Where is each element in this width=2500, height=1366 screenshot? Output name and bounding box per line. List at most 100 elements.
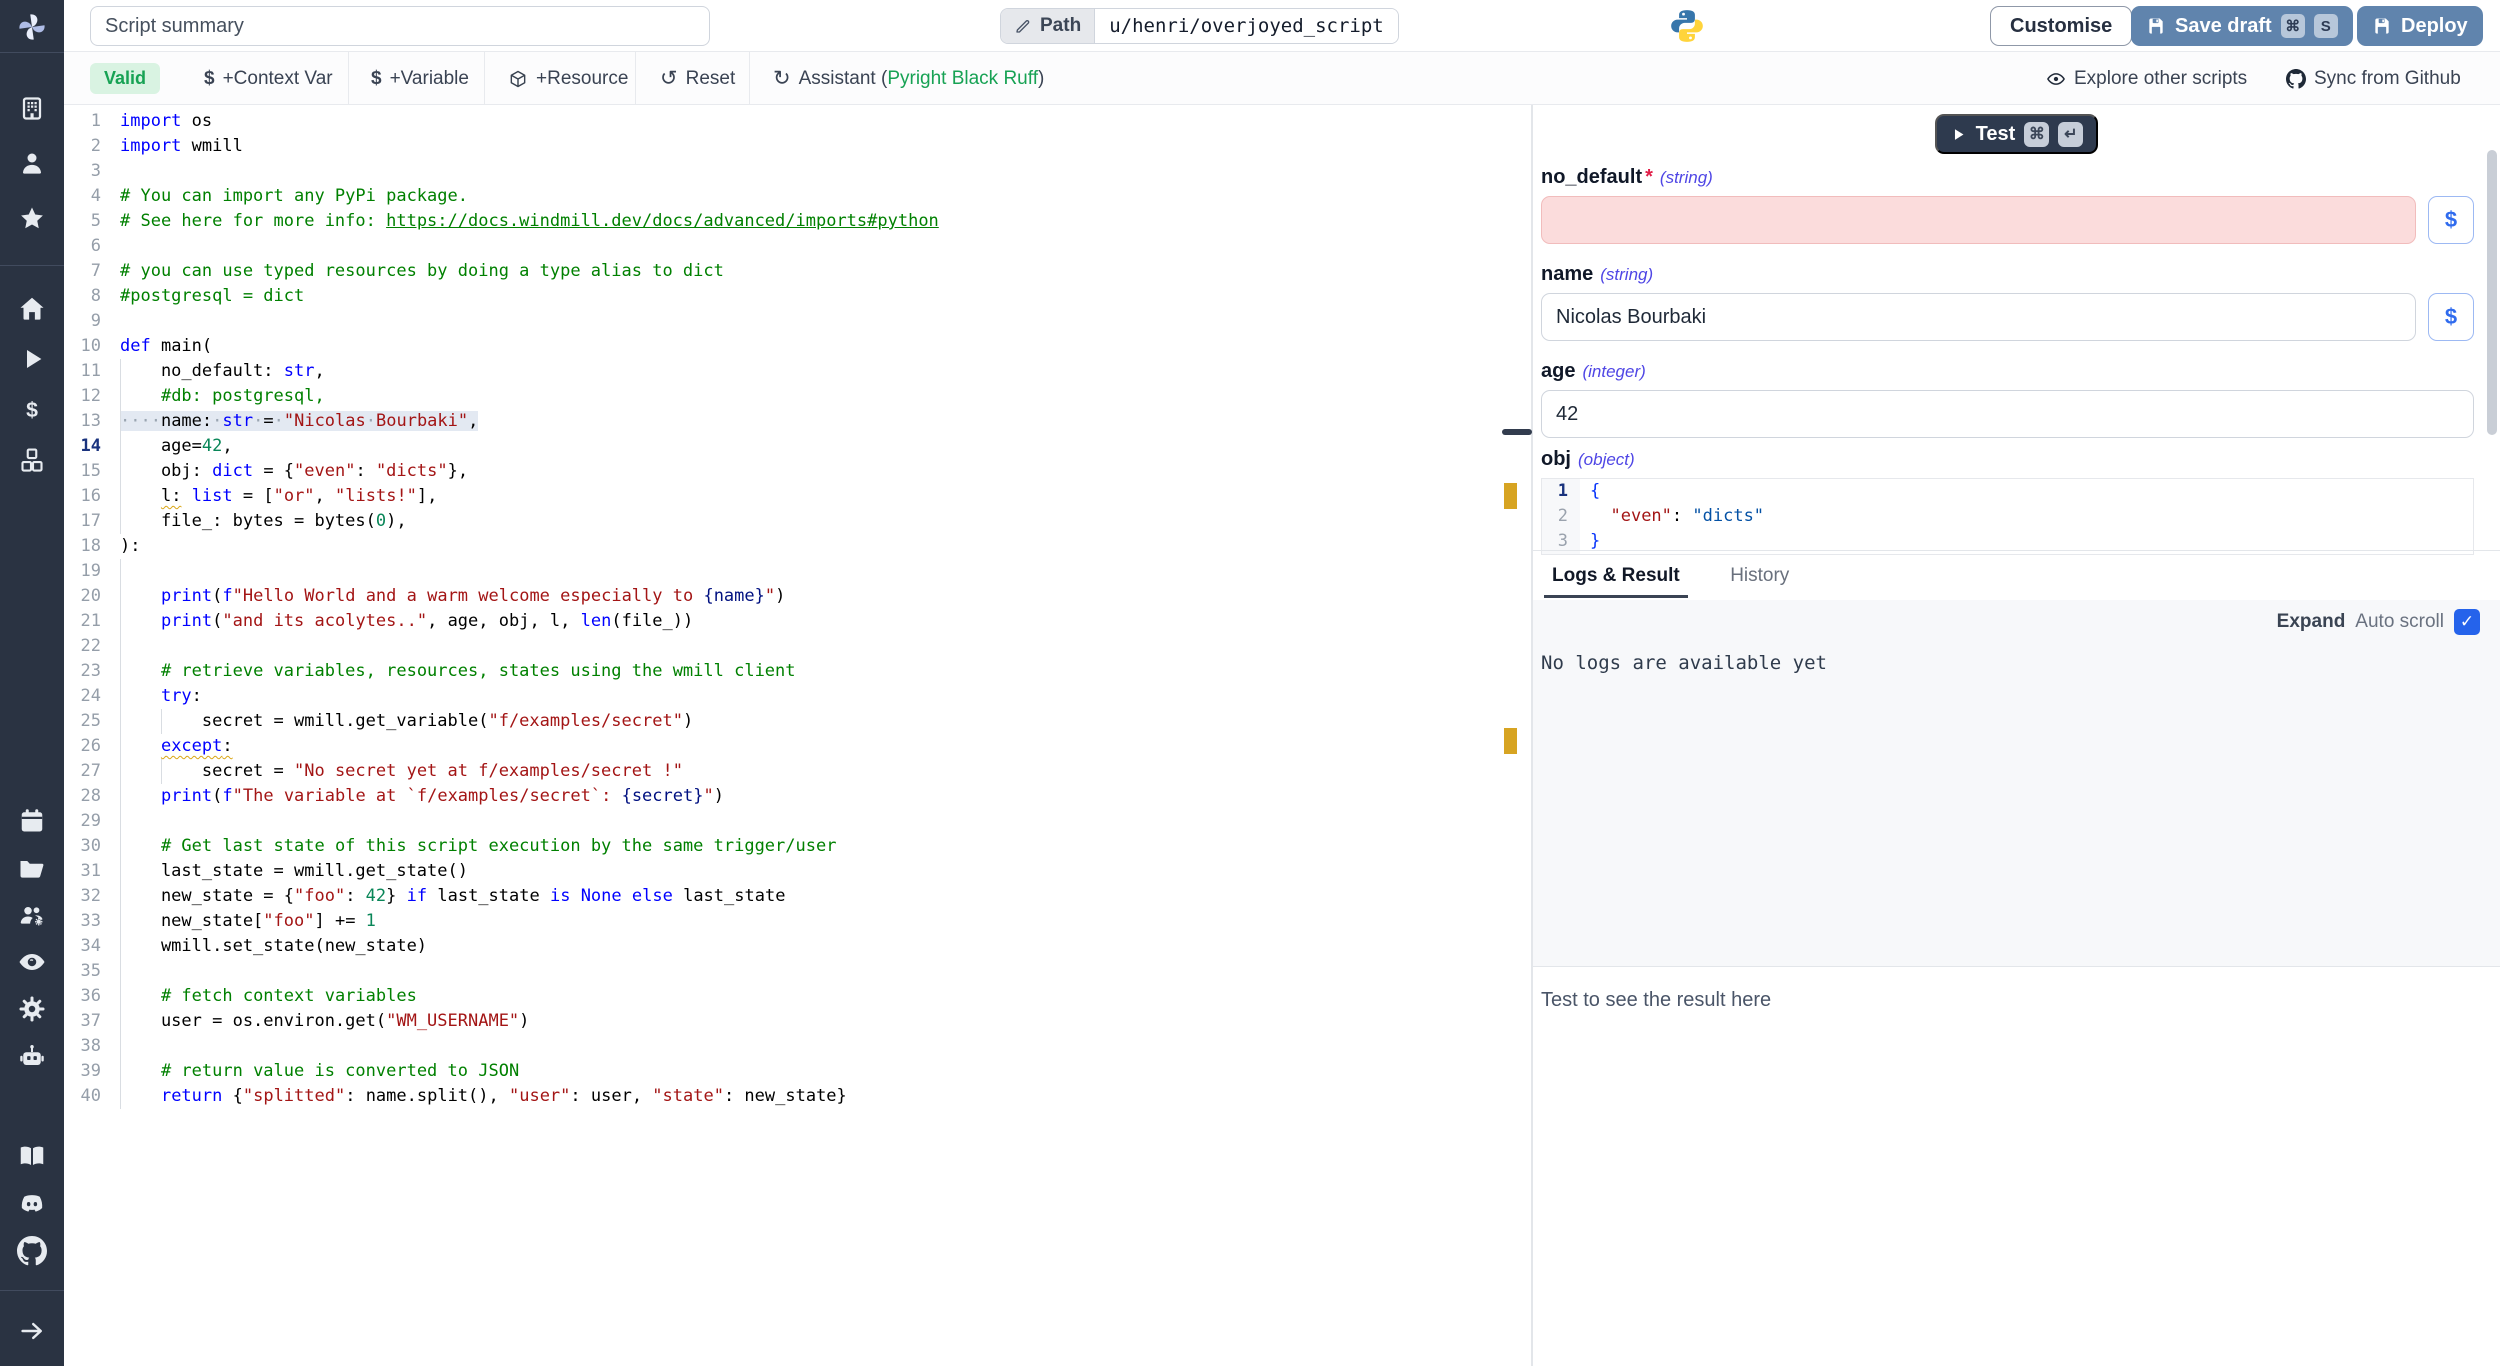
code-line[interactable]: 7# you can use typed resources by doing … [64, 259, 1502, 284]
code-line[interactable]: 17 file_: bytes = bytes(0), [64, 509, 1502, 534]
autoscroll-checkbox[interactable]: ✓ [2454, 609, 2480, 635]
code-line[interactable]: 8#postgresql = dict [64, 284, 1502, 309]
kbd-enter: ↵ [2058, 122, 2083, 147]
code-text: print(f"Hello World and a warm welcome e… [120, 584, 785, 609]
code-line[interactable]: 19 [64, 559, 1502, 584]
test-button[interactable]: Test ⌘ ↵ [1935, 114, 2099, 154]
code-line[interactable]: 38 [64, 1034, 1502, 1059]
code-line[interactable]: 23 # retrieve variables, resources, stat… [64, 659, 1502, 684]
indent-guide [120, 584, 121, 609]
sidebar-runs-icon[interactable] [15, 342, 49, 376]
path-edit-button[interactable]: Path [1001, 9, 1095, 43]
code-text: user = os.environ.get("WM_USERNAME") [120, 1009, 529, 1034]
code-line[interactable]: 26 except: [64, 734, 1502, 759]
code-line[interactable]: 37 user = os.environ.get("WM_USERNAME") [64, 1009, 1502, 1034]
assistant-linters[interactable]: Pyright Black Ruff [887, 68, 1038, 89]
code-line[interactable]: 9 [64, 309, 1502, 334]
panel-splitter[interactable] [1531, 105, 1533, 1366]
sidebar-github-icon[interactable] [15, 1234, 49, 1268]
deploy-button[interactable]: Deploy [2357, 6, 2483, 46]
code-line[interactable]: 12 #db: postgresql, [64, 384, 1502, 409]
sidebar-variables-icon[interactable]: $ [15, 393, 49, 427]
sidebar-groups-icon[interactable] [15, 898, 49, 932]
code-line[interactable]: 2import wmill [64, 134, 1502, 159]
code-line[interactable]: 39 # return value is converted to JSON [64, 1059, 1502, 1084]
sidebar-windmill-logo[interactable] [15, 10, 49, 44]
expand-button[interactable]: Expand [2277, 611, 2346, 633]
add-variable-button[interactable]: $ +Variable [371, 52, 469, 105]
insert-variable-button[interactable]: $ [2428, 293, 2474, 341]
reset-button[interactable]: ↺ Reset [660, 52, 735, 105]
no-default-input[interactable] [1541, 196, 2416, 244]
code-line[interactable]: 13····name:·str·=·"Nicolas·Bourbaki", [64, 409, 1502, 434]
insert-variable-button[interactable]: $ [2428, 196, 2474, 244]
sidebar-user-icon[interactable] [15, 146, 49, 180]
code-line[interactable]: 35 [64, 959, 1502, 984]
sidebar-docs-icon[interactable] [15, 1139, 49, 1173]
age-input[interactable] [1541, 390, 2474, 438]
sidebar-folders-icon[interactable] [15, 852, 49, 886]
path-value[interactable]: u/henri/overjoyed_script [1095, 9, 1398, 43]
tab-logs-result[interactable]: Logs & Result [1548, 551, 1684, 600]
script-summary-input[interactable] [90, 6, 710, 46]
code-line[interactable]: 6 [64, 234, 1502, 259]
code-line[interactable]: 5# See here for more info: https://docs.… [64, 209, 1502, 234]
code-line[interactable]: 28 print(f"The variable at `f/examples/s… [64, 784, 1502, 809]
dollar-icon: $ [204, 68, 215, 90]
code-line[interactable]: 30 # Get last state of this script execu… [64, 834, 1502, 859]
sidebar-resources-icon[interactable] [15, 443, 49, 477]
sidebar-audit-logs-icon[interactable] [15, 945, 49, 979]
code-line[interactable]: 14 age=42, [64, 434, 1502, 459]
sidebar-schedules-icon[interactable] [15, 804, 49, 838]
save-draft-button[interactable]: Save draft ⌘ S [2131, 6, 2353, 46]
indent-guide [120, 659, 121, 684]
splitter-drag-handle[interactable] [1502, 429, 1532, 435]
code-line[interactable]: 32 new_state = {"foo": 42} if last_state… [64, 884, 1502, 909]
panel-scrollbar[interactable] [2487, 150, 2497, 435]
code-line[interactable]: 25 secret = wmill.get_variable("f/exampl… [64, 709, 1502, 734]
code-line[interactable]: 15 obj: dict = {"even": "dicts"}, [64, 459, 1502, 484]
sidebar-home-icon[interactable] [15, 292, 49, 326]
sidebar-expand-arrow[interactable] [15, 1314, 49, 1348]
code-line[interactable]: 36 # fetch context variables [64, 984, 1502, 1009]
add-resource-button[interactable]: +Resource [508, 52, 628, 105]
path-control[interactable]: Path u/henri/overjoyed_script [1000, 8, 1399, 44]
obj-json-editor[interactable]: 1{2 "even": "dicts"3} [1541, 478, 2474, 555]
sync-from-github-button[interactable]: Sync from Github [2286, 52, 2461, 105]
sidebar-ai-assistant-icon[interactable] [15, 1040, 49, 1074]
explore-other-scripts-button[interactable]: Explore other scripts [2046, 52, 2247, 105]
code-editor[interactable]: 1import os2import wmill34# You can impor… [64, 105, 1502, 1366]
code-line[interactable]: 27 secret = "No secret yet at f/examples… [64, 759, 1502, 784]
sidebar-favorites-icon[interactable] [15, 202, 49, 236]
json-editor-line[interactable]: 2 "even": "dicts" [1542, 504, 2473, 529]
add-context-var-button[interactable]: $ +Context Var [204, 52, 333, 105]
code-line[interactable]: 29 [64, 809, 1502, 834]
code-line[interactable]: 33 new_state["foo"] += 1 [64, 909, 1502, 934]
code-line[interactable]: 40 return {"splitted": name.split(), "us… [64, 1084, 1502, 1109]
name-input[interactable] [1541, 293, 2416, 341]
code-line[interactable]: 10def main( [64, 334, 1502, 359]
code-line[interactable]: 20 print(f"Hello World and a warm welcom… [64, 584, 1502, 609]
json-code-text: { [1580, 479, 1600, 504]
code-line[interactable]: 3 [64, 159, 1502, 184]
indent-guide [120, 609, 121, 634]
code-line[interactable]: 16 l: list = ["or", "lists!"], [64, 484, 1502, 509]
code-line[interactable]: 18): [64, 534, 1502, 559]
code-line[interactable]: 1import os [64, 109, 1502, 134]
kbd-s: S [2314, 14, 2338, 38]
json-editor-line[interactable]: 1{ [1542, 479, 2473, 504]
sidebar-discord-icon[interactable] [15, 1187, 49, 1221]
code-line[interactable]: 24 try: [64, 684, 1502, 709]
code-line[interactable]: 34 wmill.set_state(new_state) [64, 934, 1502, 959]
sidebar-workspace-icon[interactable] [15, 91, 49, 125]
customise-button[interactable]: Customise [1990, 6, 2132, 46]
assistant-button[interactable]: ↻ Assistant (Pyright Black Ruff) [773, 52, 1044, 105]
code-line[interactable]: 4# You can import any PyPi package. [64, 184, 1502, 209]
code-line[interactable]: 31 last_state = wmill.get_state() [64, 859, 1502, 884]
code-line[interactable]: 21 print("and its acolytes..", age, obj,… [64, 609, 1502, 634]
sidebar-settings-icon[interactable] [15, 992, 49, 1026]
code-line[interactable]: 22 [64, 634, 1502, 659]
code-line[interactable]: 11 no_default: str, [64, 359, 1502, 384]
line-number: 39 [64, 1059, 101, 1084]
tab-history[interactable]: History [1726, 551, 1793, 600]
